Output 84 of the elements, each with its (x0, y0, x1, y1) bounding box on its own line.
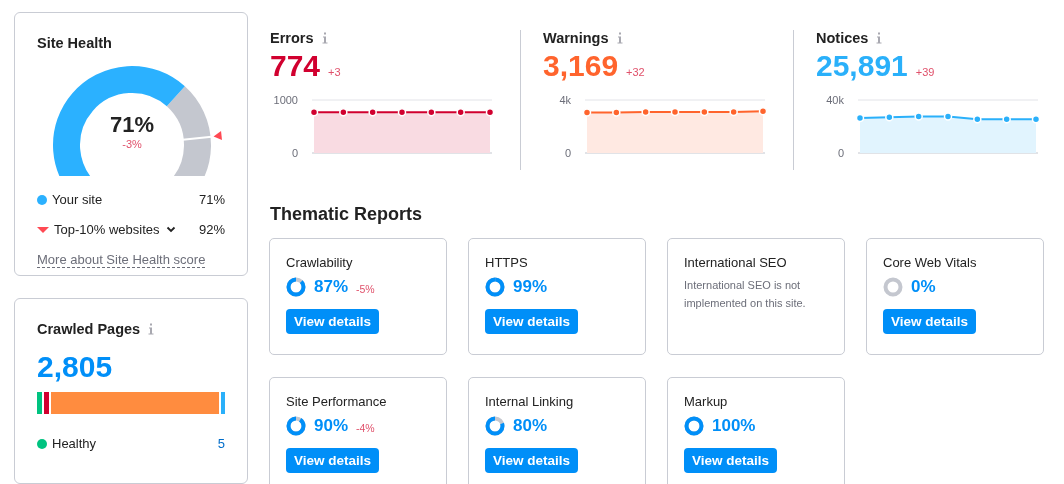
section-title: Thematic Reports (270, 204, 424, 225)
view-details-button[interactable]: View details (684, 448, 778, 473)
report-title: Internal Linking (485, 394, 575, 409)
axis-tick-label: 40k (826, 94, 844, 106)
view-details-button[interactable]: View details (286, 309, 380, 334)
data-point (309, 107, 319, 117)
data-point (339, 107, 348, 117)
legend-value: 71% (198, 192, 225, 207)
report-title: HTTPS (485, 255, 529, 270)
card-title: Site Health (37, 35, 113, 51)
axis-tick-label: 0 (291, 147, 298, 159)
data-point (641, 107, 650, 117)
legend-value: 92% (198, 222, 225, 237)
card-title: Crawled Pages (37, 321, 141, 338)
site-health-link[interactable]: More about Site Health score (37, 252, 206, 268)
donut-icon (286, 277, 306, 297)
dot-icon (37, 194, 47, 205)
data-point (914, 112, 923, 121)
report-title: International SEO (684, 255, 788, 270)
score-change: -3% (122, 138, 142, 150)
report-title: Site Performance (286, 394, 388, 409)
legend-label: Your site (52, 192, 103, 207)
data-point (1002, 114, 1011, 124)
info-icon[interactable] (616, 32, 623, 44)
report-message: International SEO is not implemented on this site. (684, 278, 807, 311)
axis-tick-label: 4k (559, 94, 571, 106)
data-point (973, 114, 982, 124)
info-icon[interactable] (876, 32, 883, 44)
metric-title: Notices (816, 30, 869, 46)
data-point (456, 107, 465, 117)
score-change: -5% (356, 282, 375, 295)
donut-icon (684, 416, 704, 436)
report-title: Core Web Vitals (883, 255, 978, 270)
legend-value[interactable]: 5 (217, 436, 225, 452)
data-point (943, 112, 953, 121)
data-point (368, 107, 377, 117)
donut-icon (485, 416, 505, 436)
triangle-icon (37, 226, 49, 233)
report-score: 100% (712, 416, 756, 436)
data-point (427, 107, 436, 117)
donut-icon (883, 277, 903, 297)
score-change: -4% (356, 421, 375, 434)
data-point (885, 113, 894, 122)
data-point (397, 107, 407, 117)
view-details-button[interactable]: View details (286, 448, 380, 473)
report-title: Markup (684, 394, 729, 409)
metric-count[interactable]: 25,891 (816, 48, 908, 84)
report-score: 0% (911, 277, 936, 297)
axis-tick-label: 1000 (273, 94, 298, 106)
legend-label: Healthy (52, 436, 97, 452)
metric-count[interactable]: 3,169 (543, 48, 619, 84)
metric-change: +39 (915, 66, 935, 78)
report-score: 87% (314, 277, 349, 297)
report-score: 80% (513, 416, 548, 436)
axis-tick-label: 0 (564, 147, 571, 159)
metric-title: Errors (270, 30, 314, 46)
data-point (612, 108, 621, 117)
data-point (1031, 114, 1041, 124)
report-score: 90% (314, 416, 349, 436)
data-point (670, 107, 680, 117)
health-score: 71% (109, 114, 154, 136)
donut-icon (485, 277, 505, 297)
view-details-button[interactable]: View details (485, 309, 579, 334)
data-point (729, 107, 738, 117)
data-point (485, 107, 495, 117)
view-details-button[interactable]: View details (883, 309, 977, 334)
info-icon[interactable] (321, 32, 328, 44)
donut-icon (286, 416, 306, 436)
data-point (855, 113, 865, 123)
chevron-down-icon[interactable] (165, 226, 176, 233)
data-point (582, 108, 592, 117)
report-title: Crawlability (286, 255, 354, 270)
data-point (700, 107, 709, 117)
metric-count[interactable]: 774 (270, 48, 321, 84)
view-details-button[interactable]: View details (485, 448, 579, 473)
metric-title: Warnings (543, 30, 609, 46)
data-point (758, 107, 768, 116)
legend-label: Top-10% websites (54, 222, 160, 237)
metric-change: +3 (328, 66, 341, 78)
metric-change: +32 (626, 66, 645, 78)
crawled-count: 2,805 (37, 350, 114, 385)
report-score: 99% (513, 277, 548, 297)
info-icon[interactable] (148, 323, 155, 336)
axis-tick-label: 0 (837, 147, 844, 159)
